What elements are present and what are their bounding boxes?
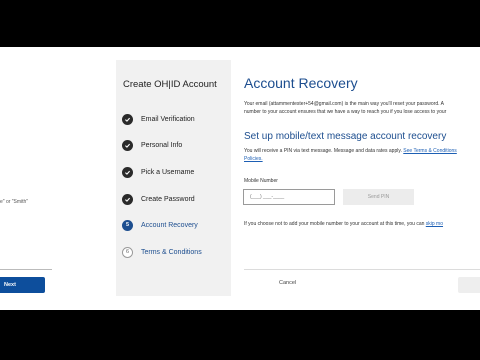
section-title: Set up mobile/text message account recov…	[244, 131, 447, 142]
field-underline	[0, 269, 52, 270]
step-number-badge: 6	[122, 246, 133, 258]
continue-button[interactable]	[458, 277, 480, 293]
cancel-button[interactable]: Cancel	[279, 280, 296, 286]
skip-note: If you choose not to add your mobile num…	[244, 221, 443, 227]
skip-note-text: If you choose not to add your mobile num…	[244, 221, 425, 227]
step-account-recovery: 5 Account Recovery	[122, 218, 198, 232]
mobile-number-input[interactable]	[243, 189, 335, 205]
step-pick-username: Pick a Username	[122, 165, 194, 179]
stepper-title: Create OH|ID Account	[123, 79, 217, 90]
send-pin-button[interactable]: Send PIN	[343, 189, 414, 205]
check-circle-icon	[122, 113, 133, 125]
step-create-password: Create Password	[122, 192, 195, 206]
check-circle-icon	[122, 166, 133, 178]
policies-line: Policies.	[244, 156, 263, 162]
step-label: Create Password	[141, 195, 195, 203]
step-number-badge: 5	[122, 219, 133, 231]
account-steps-panel: Create OH|ID Account Email Verification …	[116, 60, 231, 296]
next-button[interactable]: Next	[0, 277, 45, 293]
page-title: Account Recovery	[244, 75, 358, 91]
browser-frame: e" or "Smith" Next Create OH|ID Account …	[0, 47, 480, 310]
check-circle-icon	[122, 139, 133, 151]
intro-text-line1: Your email (attammentester+54@gmail.com)…	[244, 101, 444, 107]
intro-text-line2: number to your account ensures that we h…	[244, 109, 447, 115]
step-label: Terms & Conditions	[141, 248, 202, 256]
policies-link[interactable]: Policies.	[244, 156, 263, 162]
mobile-number-label: Mobile Number	[244, 178, 278, 184]
step-label: Email Verification	[141, 115, 195, 123]
step-terms-conditions: 6 Terms & Conditions	[122, 245, 202, 259]
step-label: Pick a Username	[141, 168, 195, 176]
terms-link[interactable]: See Terms & Conditions	[403, 148, 457, 154]
skip-link[interactable]: skip mo	[426, 221, 443, 227]
name-field-hint: e" or "Smith"	[0, 199, 29, 205]
pin-note-text: You will receive a PIN via text message.…	[244, 148, 402, 154]
step-email-verification: Email Verification	[122, 112, 195, 126]
step-personal-info: Personal Info	[122, 138, 182, 152]
step-label: Account Recovery	[141, 221, 198, 229]
step-label: Personal Info	[141, 141, 183, 149]
footer-divider	[244, 269, 480, 270]
check-circle-icon	[122, 193, 133, 205]
pin-note: You will receive a PIN via text message.…	[244, 148, 457, 154]
